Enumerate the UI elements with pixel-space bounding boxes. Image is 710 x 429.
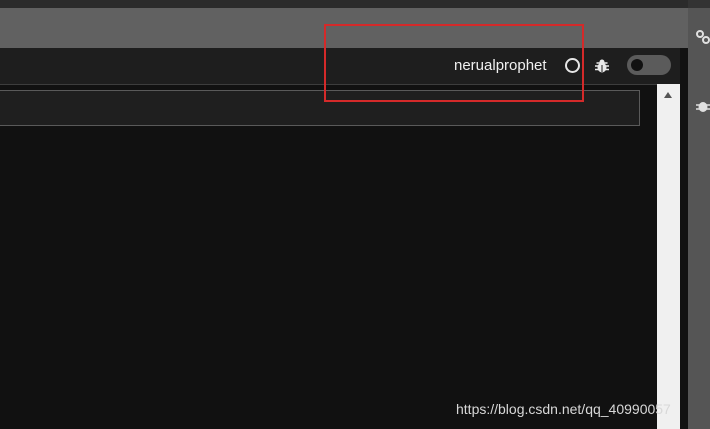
right-sidebar-top	[688, 0, 710, 8]
scroll-up-arrow-icon[interactable]	[664, 92, 672, 98]
debugger-toggle[interactable]	[627, 55, 671, 75]
bug-icon[interactable]	[696, 99, 710, 113]
right-sidebar	[688, 0, 710, 429]
window-top-strip	[0, 0, 688, 8]
watermark: https://blog.csdn.net/qq_40990057	[456, 401, 671, 417]
gears-icon[interactable]	[696, 30, 710, 44]
panel-divider	[680, 48, 688, 429]
vertical-scrollbar[interactable]	[657, 84, 680, 429]
highlight-annotation	[324, 24, 584, 102]
bug-icon[interactable]	[594, 58, 610, 74]
toggle-knob	[631, 59, 643, 71]
